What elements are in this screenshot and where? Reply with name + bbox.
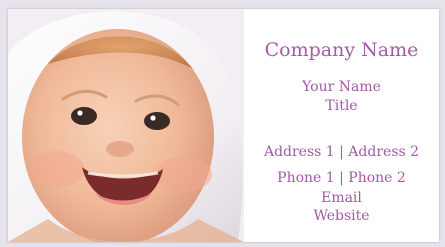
phone-line: Phone 1 | Phone 2 (277, 170, 406, 186)
baby-photo (8, 9, 244, 242)
website-text: Website (313, 208, 370, 224)
address-line: Address 1 | Address 2 (263, 144, 420, 160)
company-name: Company Name (264, 39, 419, 61)
contact-text-block: Company Name Your Name Title Address 1 |… (244, 9, 439, 242)
job-title: Title (325, 98, 358, 114)
your-name: Your Name (302, 79, 381, 95)
email-text: Email (321, 190, 362, 206)
business-card: Company Name Your Name Title Address 1 |… (8, 9, 439, 242)
